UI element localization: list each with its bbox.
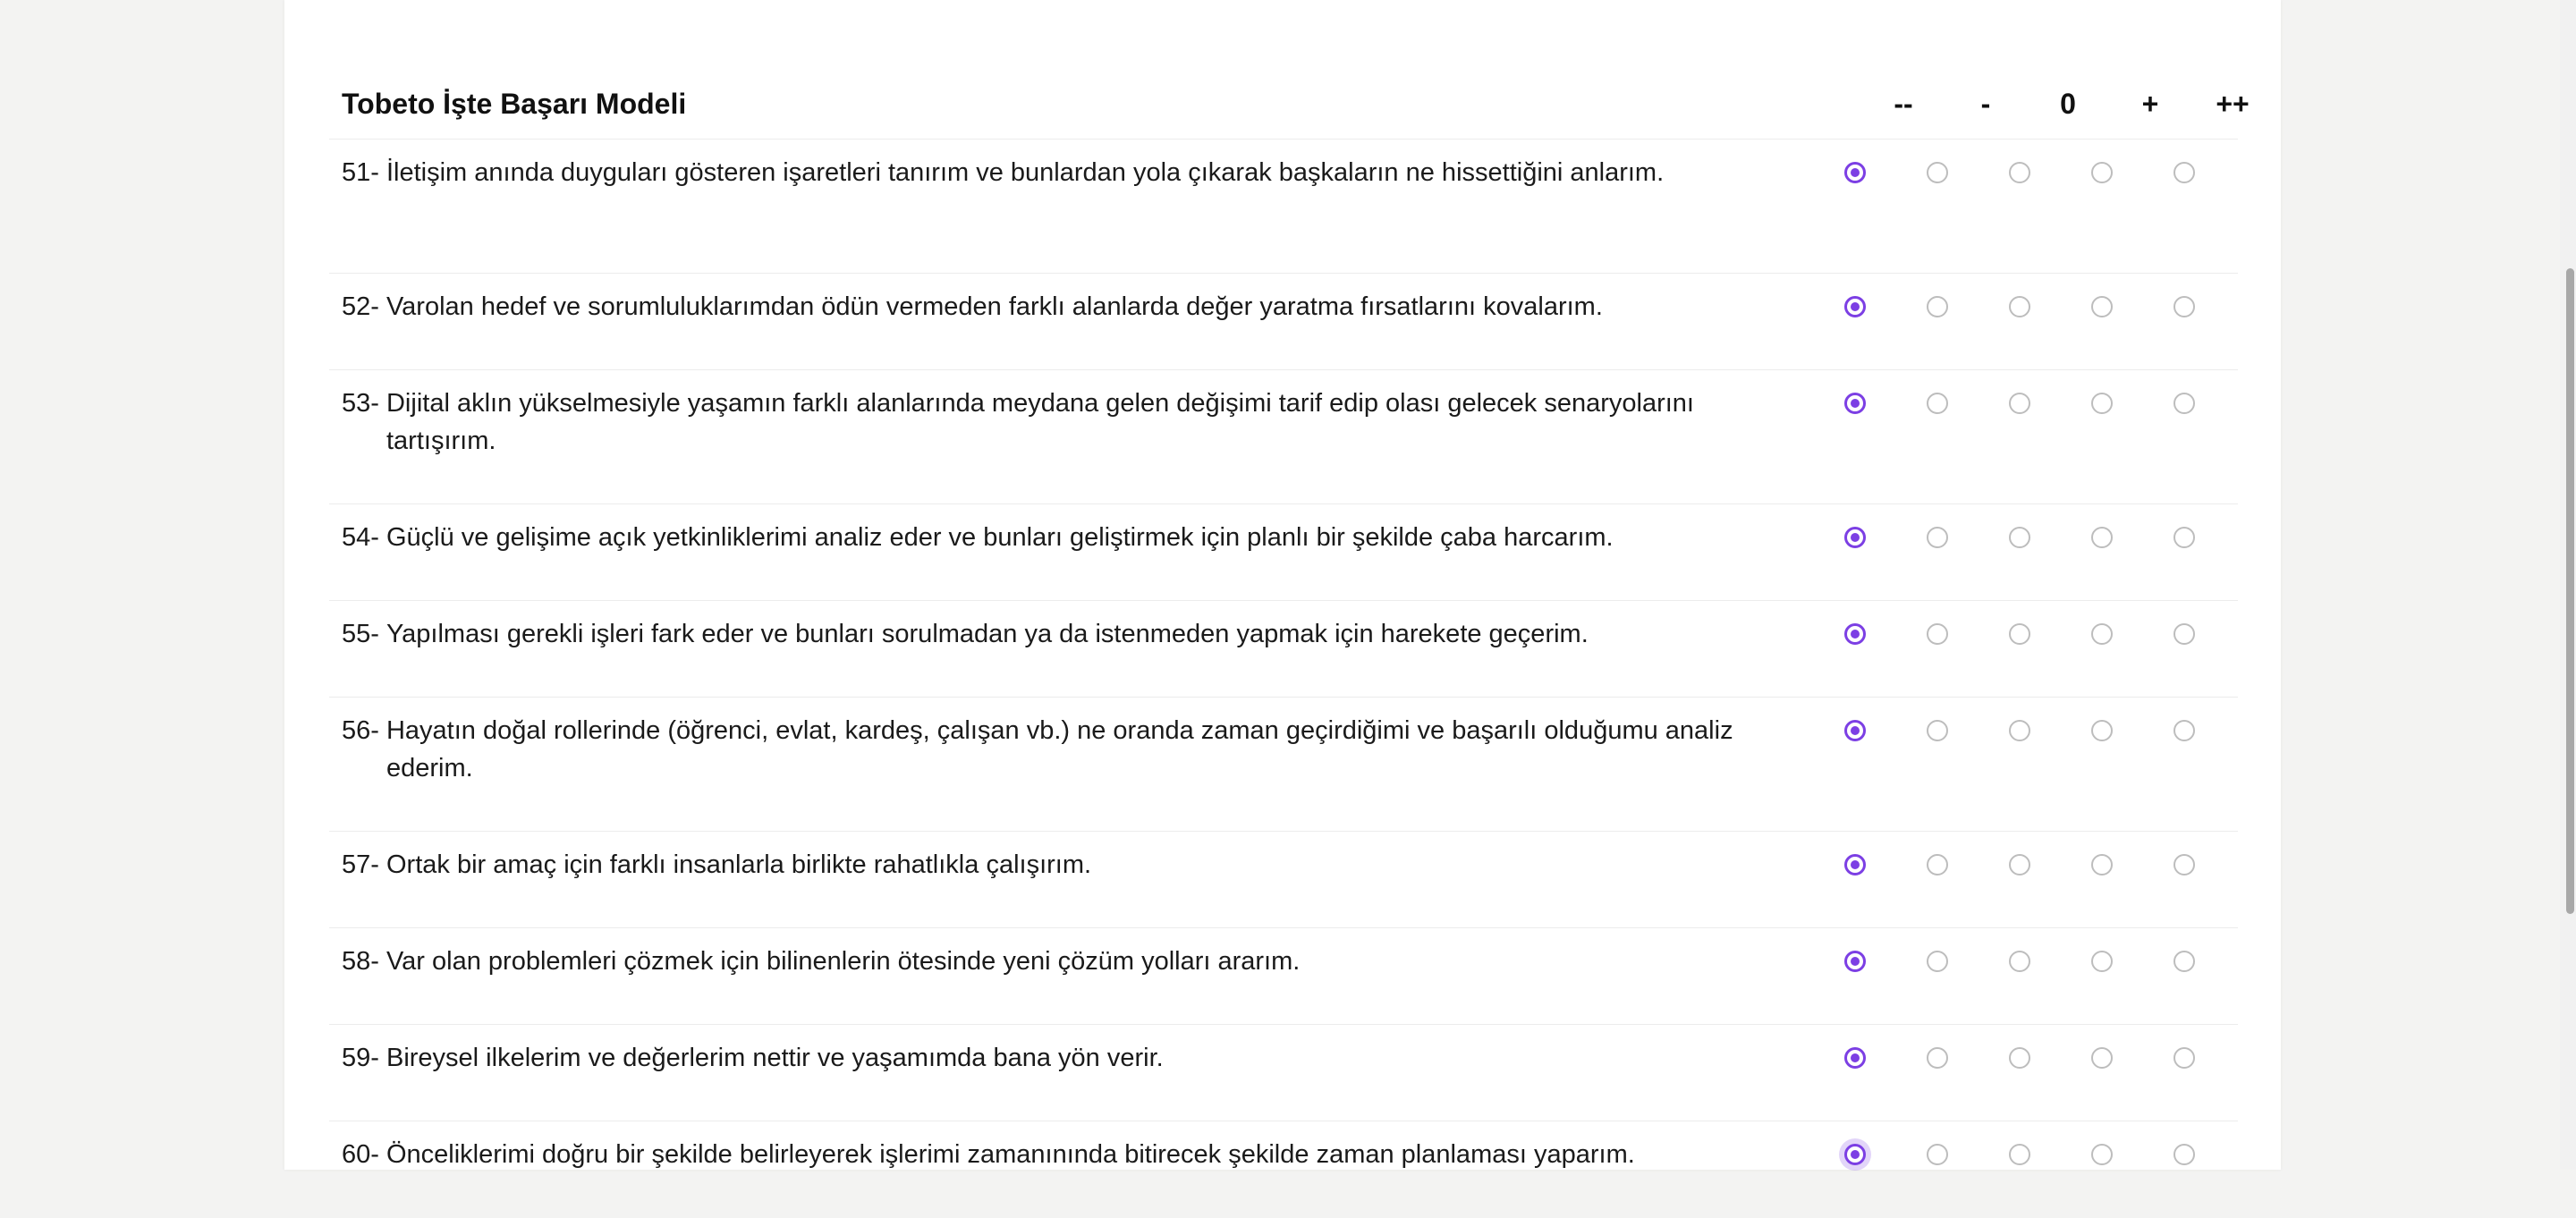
- radio-agree[interactable]: [2091, 527, 2113, 548]
- question-row: 55- Yapılması gerekli işleri fark eder v…: [329, 600, 2238, 698]
- radio-strongly-disagree[interactable]: [1844, 527, 1866, 548]
- question-number: 52-: [342, 292, 379, 321]
- question-row: 54- Güçlü ve gelişime açık yetkinlikleri…: [329, 503, 2238, 601]
- radio-strongly-disagree[interactable]: [1844, 296, 1866, 317]
- question-label: Bireysel ilkelerim ve değerlerim nettir …: [386, 1044, 1164, 1072]
- radio-strongly-disagree[interactable]: [1844, 854, 1866, 875]
- radio-disagree[interactable]: [1927, 1047, 1948, 1069]
- question-number: 53-: [342, 389, 379, 418]
- radio-strongly-agree[interactable]: [2174, 854, 2195, 875]
- radio-neutral[interactable]: [2009, 1047, 2030, 1069]
- radio-disagree[interactable]: [1927, 162, 1948, 183]
- question-text: 60- Önceliklerimi doğru bir şekilde beli…: [342, 1136, 1773, 1173]
- scale-label-agree: +: [2141, 88, 2159, 120]
- question-row: 52- Varolan hedef ve sorumluluklarımdan …: [329, 273, 2238, 370]
- radio-neutral[interactable]: [2009, 1144, 2030, 1165]
- radio-disagree[interactable]: [1927, 296, 1948, 317]
- scale-label-disagree: -: [1980, 88, 1991, 120]
- question-label: Dijital aklın yükselmesiyle yaşamın fark…: [386, 389, 1694, 455]
- question-label: Hayatın doğal rollerinde (öğrenci, evlat…: [386, 716, 1733, 782]
- radio-agree[interactable]: [2091, 854, 2113, 875]
- question-label: Var olan problemleri çözmek için bilinen…: [386, 947, 1301, 976]
- radio-agree[interactable]: [2091, 720, 2113, 741]
- question-number: 58-: [342, 947, 379, 976]
- scale-label-neutral: 0: [2060, 88, 2076, 120]
- radio-agree[interactable]: [2091, 1047, 2113, 1069]
- question-label: Ortak bir amaç için farklı insanlarla bi…: [386, 850, 1092, 879]
- question-text: 54- Güçlü ve gelişime açık yetkinlikleri…: [342, 519, 1773, 556]
- radio-strongly-agree[interactable]: [2174, 393, 2195, 414]
- question-label: Güçlü ve gelişime açık yetkinliklerimi a…: [386, 523, 1614, 552]
- question-row: 51- İletişim anında duyguları gösteren i…: [329, 139, 2238, 274]
- question-text: 56- Hayatın doğal rollerinde (öğrenci, e…: [342, 712, 1773, 787]
- question-row: 59- Bireysel ilkelerim ve değerlerim net…: [329, 1024, 2238, 1121]
- radio-agree[interactable]: [2091, 1144, 2113, 1165]
- question-number: 59-: [342, 1044, 379, 1072]
- question-number: 55-: [342, 620, 379, 648]
- radio-strongly-agree[interactable]: [2174, 951, 2195, 972]
- scale-label-strongly-disagree: --: [1894, 88, 1913, 120]
- radio-neutral[interactable]: [2009, 720, 2030, 741]
- radio-neutral[interactable]: [2009, 527, 2030, 548]
- question-number: 51-: [342, 158, 379, 187]
- question-row: 58- Var olan problemleri çözmek için bil…: [329, 927, 2238, 1025]
- question-number: 60-: [342, 1140, 379, 1169]
- question-text: 52- Varolan hedef ve sorumluluklarımdan …: [342, 288, 1773, 326]
- radio-disagree[interactable]: [1927, 623, 1948, 645]
- radio-strongly-disagree[interactable]: [1844, 1047, 1866, 1069]
- question-text: 55- Yapılması gerekli işleri fark eder v…: [342, 615, 1773, 653]
- question-row: 56- Hayatın doğal rollerinde (öğrenci, e…: [329, 697, 2238, 832]
- question-row: 57- Ortak bir amaç için farklı insanlarl…: [329, 831, 2238, 928]
- radio-strongly-disagree[interactable]: [1844, 720, 1866, 741]
- radio-neutral[interactable]: [2009, 162, 2030, 183]
- radio-disagree[interactable]: [1927, 1144, 1948, 1165]
- radio-disagree[interactable]: [1927, 854, 1948, 875]
- question-number: 56-: [342, 716, 379, 745]
- radio-neutral[interactable]: [2009, 951, 2030, 972]
- radio-agree[interactable]: [2091, 623, 2113, 645]
- radio-neutral[interactable]: [2009, 393, 2030, 414]
- question-number: 57-: [342, 850, 379, 879]
- radio-neutral[interactable]: [2009, 854, 2030, 875]
- question-label: Yapılması gerekli işleri fark eder ve bu…: [386, 620, 1589, 648]
- radio-disagree[interactable]: [1927, 527, 1948, 548]
- scale-label-strongly-agree: ++: [2216, 88, 2250, 120]
- radio-agree[interactable]: [2091, 162, 2113, 183]
- question-text: 51- İletişim anında duyguları gösteren i…: [342, 154, 1773, 191]
- radio-strongly-agree[interactable]: [2174, 296, 2195, 317]
- radio-strongly-disagree[interactable]: [1844, 951, 1866, 972]
- radio-disagree[interactable]: [1927, 951, 1948, 972]
- radio-agree[interactable]: [2091, 951, 2113, 972]
- radio-disagree[interactable]: [1927, 720, 1948, 741]
- question-number: 54-: [342, 523, 379, 552]
- radio-strongly-disagree[interactable]: [1844, 623, 1866, 645]
- radio-agree[interactable]: [2091, 296, 2113, 317]
- question-text: 59- Bireysel ilkelerim ve değerlerim net…: [342, 1039, 1773, 1077]
- question-label: Varolan hedef ve sorumluluklarımdan ödün…: [386, 292, 1603, 321]
- radio-strongly-agree[interactable]: [2174, 1144, 2195, 1165]
- radio-disagree[interactable]: [1927, 393, 1948, 414]
- radio-strongly-agree[interactable]: [2174, 527, 2195, 548]
- radio-strongly-agree[interactable]: [2174, 1047, 2195, 1069]
- radio-strongly-disagree[interactable]: [1844, 162, 1866, 183]
- question-label: Önceliklerimi doğru bir şekilde belirley…: [386, 1140, 1635, 1169]
- survey-header: Tobeto İşte Başarı Modeli -- - 0 + ++: [342, 72, 2250, 136]
- question-text: 58- Var olan problemleri çözmek için bil…: [342, 943, 1773, 980]
- question-label: İletişim anında duyguları gösteren işare…: [386, 158, 1665, 187]
- radio-strongly-agree[interactable]: [2174, 720, 2195, 741]
- radio-strongly-disagree[interactable]: [1844, 393, 1866, 414]
- question-text: 53- Dijital aklın yükselmesiyle yaşamın …: [342, 385, 1773, 460]
- radio-neutral[interactable]: [2009, 296, 2030, 317]
- survey-title: Tobeto İşte Başarı Modeli: [342, 88, 687, 120]
- scrollbar-thumb[interactable]: [2566, 268, 2574, 914]
- question-row: 53- Dijital aklın yükselmesiyle yaşamın …: [329, 369, 2238, 504]
- question-text: 57- Ortak bir amaç için farklı insanlarl…: [342, 846, 1773, 884]
- radio-strongly-agree[interactable]: [2174, 162, 2195, 183]
- radio-neutral[interactable]: [2009, 623, 2030, 645]
- radio-strongly-disagree[interactable]: [1844, 1144, 1866, 1165]
- radio-strongly-agree[interactable]: [2174, 623, 2195, 645]
- radio-agree[interactable]: [2091, 393, 2113, 414]
